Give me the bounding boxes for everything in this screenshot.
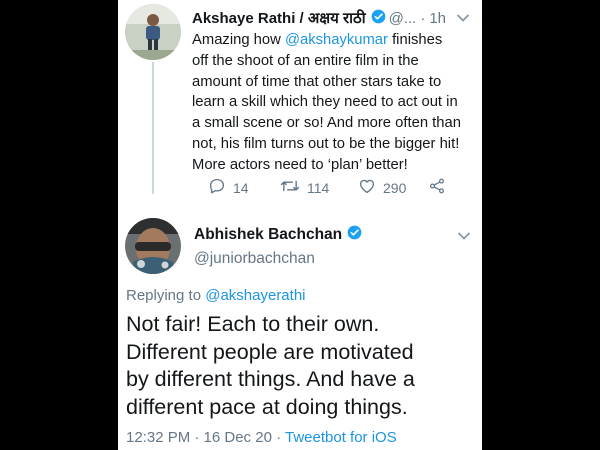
tweet1-header: Akshaye Rathi / अक्षय राठी @... · 1h bbox=[192, 8, 446, 28]
text-segment: finishes bbox=[387, 32, 443, 48]
share-button[interactable] bbox=[428, 177, 453, 198]
retweet-button[interactable]: 114 bbox=[280, 177, 329, 198]
reply-count: 14 bbox=[233, 179, 249, 196]
author-name[interactable]: Abhishek Bachchan bbox=[194, 226, 342, 244]
abhishek-bachchan-avatar[interactable] bbox=[125, 218, 181, 274]
author-name[interactable]: Akshaye Rathi / अक्षय राठी bbox=[192, 8, 366, 28]
tweet-thread-card: Akshaye Rathi / अक्षय राठी @... · 1h Ama… bbox=[118, 0, 482, 450]
text-line: Different people are motivated bbox=[126, 339, 414, 364]
text-line: not, his film turns out to be the bigger… bbox=[192, 135, 460, 152]
verified-badge-icon bbox=[347, 225, 362, 245]
text-line: by different things. And have a bbox=[126, 367, 415, 392]
like-button[interactable]: 290 bbox=[358, 177, 406, 198]
timestamp[interactable]: 12:32 PM · 16 Dec 20 · bbox=[126, 429, 285, 446]
text-line: amount of time that other stars take to bbox=[192, 73, 442, 90]
text-line: off the shoot of an entire film in the bbox=[192, 52, 419, 69]
text-line: More actors need to ‘plan’ better! bbox=[192, 156, 408, 173]
akshaye-rathi-avatar[interactable] bbox=[125, 4, 181, 60]
text-line: learn a skill which they need to act out… bbox=[192, 94, 458, 111]
reply-icon bbox=[208, 177, 233, 198]
mention-link[interactable]: @akshayerathi bbox=[205, 287, 305, 304]
retweet-count: 114 bbox=[307, 179, 330, 196]
retweet-icon bbox=[280, 177, 307, 198]
like-count: 290 bbox=[383, 179, 407, 196]
share-icon bbox=[428, 177, 453, 198]
replying-to-line: Replying to @akshayerathi bbox=[126, 287, 306, 304]
verified-badge-icon bbox=[371, 9, 386, 28]
tweet2-text: Not fair! Each to their own. Different p… bbox=[126, 311, 476, 421]
thread-connector-line bbox=[152, 62, 154, 194]
chevron-down-icon[interactable] bbox=[456, 10, 470, 28]
text-line: Not fair! Each to their own. bbox=[126, 312, 380, 336]
tweet1-text: Amazing how @akshaykumar finishes off th… bbox=[192, 30, 478, 176]
source-link[interactable]: Tweetbot for iOS bbox=[285, 429, 397, 446]
tweet-time[interactable]: 1h bbox=[429, 10, 446, 27]
heart-icon bbox=[358, 177, 383, 198]
author-handle[interactable]: @juniorbachchan bbox=[194, 250, 315, 268]
mention-link[interactable]: @akshaykumar bbox=[285, 32, 388, 48]
chevron-down-icon[interactable] bbox=[457, 228, 471, 246]
tweet-timestamp-line: 12:32 PM · 16 Dec 20 · Tweetbot for iOS bbox=[126, 429, 397, 446]
dot-separator: · bbox=[420, 9, 426, 27]
text-line: a small scene or so! And more often than bbox=[192, 115, 461, 132]
text-segment: Amazing how bbox=[192, 32, 285, 48]
replying-label: Replying to bbox=[126, 287, 206, 304]
reply-button[interactable]: 14 bbox=[208, 177, 249, 198]
author-handle[interactable]: @... bbox=[389, 10, 417, 27]
text-line: different pace at doing things. bbox=[126, 394, 408, 419]
tweet2-author: Abhishek Bachchan bbox=[194, 225, 365, 245]
